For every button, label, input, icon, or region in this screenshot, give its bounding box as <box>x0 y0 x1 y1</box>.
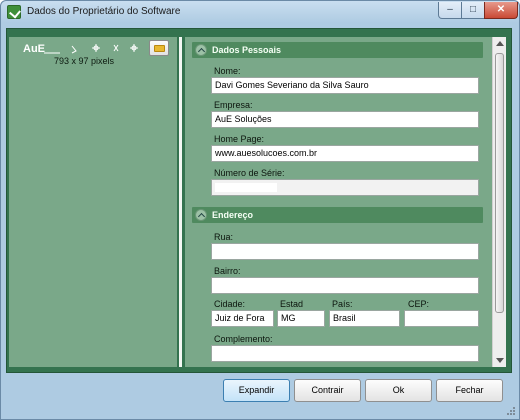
title-bar[interactable]: Dados do Proprietário do Software – □ ✕ <box>1 1 519 23</box>
city-field[interactable]: Juiz de Fora <box>211 310 274 327</box>
section-personal-title: Dados Pessoais <box>212 45 282 55</box>
section-address-title: Endereço <box>212 210 254 220</box>
expand-button[interactable]: Expandir <box>223 379 290 402</box>
logo-text: AuE <box>23 43 45 55</box>
vertical-scrollbar[interactable] <box>492 37 506 367</box>
company-field[interactable]: AuE Soluções <box>211 111 479 128</box>
complement-field[interactable] <box>211 345 479 362</box>
app-checkmark-icon <box>7 5 21 19</box>
homepage-label: Home Page: <box>214 134 265 144</box>
serial-field[interactable] <box>211 179 479 196</box>
collapse-chevron-icon[interactable] <box>195 209 207 221</box>
zip-label: CEP: <box>408 299 430 309</box>
logo-size-label: 793 x 97 pixels <box>53 56 115 66</box>
country-field[interactable]: Brasil <box>329 310 400 327</box>
collapse-button[interactable]: Contrair <box>294 379 361 402</box>
section-address-header[interactable]: Endereço <box>192 207 483 223</box>
street-label: Rua: <box>214 232 234 242</box>
company-logo: AuE <box>23 43 138 55</box>
resize-grip-icon[interactable] <box>506 406 516 416</box>
complement-label: Complemento: <box>214 334 273 344</box>
scroll-thumb[interactable] <box>495 53 504 313</box>
country-label: País: <box>332 299 353 309</box>
close-button[interactable]: Fechar <box>436 379 503 402</box>
browse-logo-button[interactable] <box>149 40 169 56</box>
ok-button[interactable]: Ok <box>365 379 432 402</box>
maximize-button[interactable]: □ <box>461 2 485 19</box>
section-personal-header[interactable]: Dados Pessoais <box>192 42 483 58</box>
minimize-button[interactable]: – <box>438 2 462 19</box>
window-title: Dados do Proprietário do Software <box>27 6 181 17</box>
name-label: Nome: <box>214 66 241 76</box>
scroll-down-icon[interactable] <box>496 358 504 363</box>
district-label: Bairro: <box>214 266 241 276</box>
folder-icon <box>154 45 165 52</box>
collapse-chevron-icon[interactable] <box>195 44 207 56</box>
state-label: Estad <box>280 299 304 309</box>
serial-label: Número de Série: <box>214 168 285 178</box>
close-window-button[interactable]: ✕ <box>484 2 518 19</box>
street-field[interactable] <box>211 243 479 260</box>
company-label: Empresa: <box>214 100 253 110</box>
city-label: Cidade: <box>214 299 246 309</box>
state-field[interactable]: MG <box>277 310 325 327</box>
scroll-up-icon[interactable] <box>496 41 504 46</box>
district-field[interactable] <box>211 277 479 294</box>
serial-value-mask <box>215 183 277 193</box>
logo-pane <box>9 37 177 367</box>
name-field[interactable]: Davi Gomes Severiano da Silva Sauro <box>211 77 479 94</box>
homepage-field[interactable]: www.auesolucoes.com.br <box>211 145 479 162</box>
pane-divider[interactable] <box>179 37 182 367</box>
zip-field[interactable] <box>404 310 479 327</box>
